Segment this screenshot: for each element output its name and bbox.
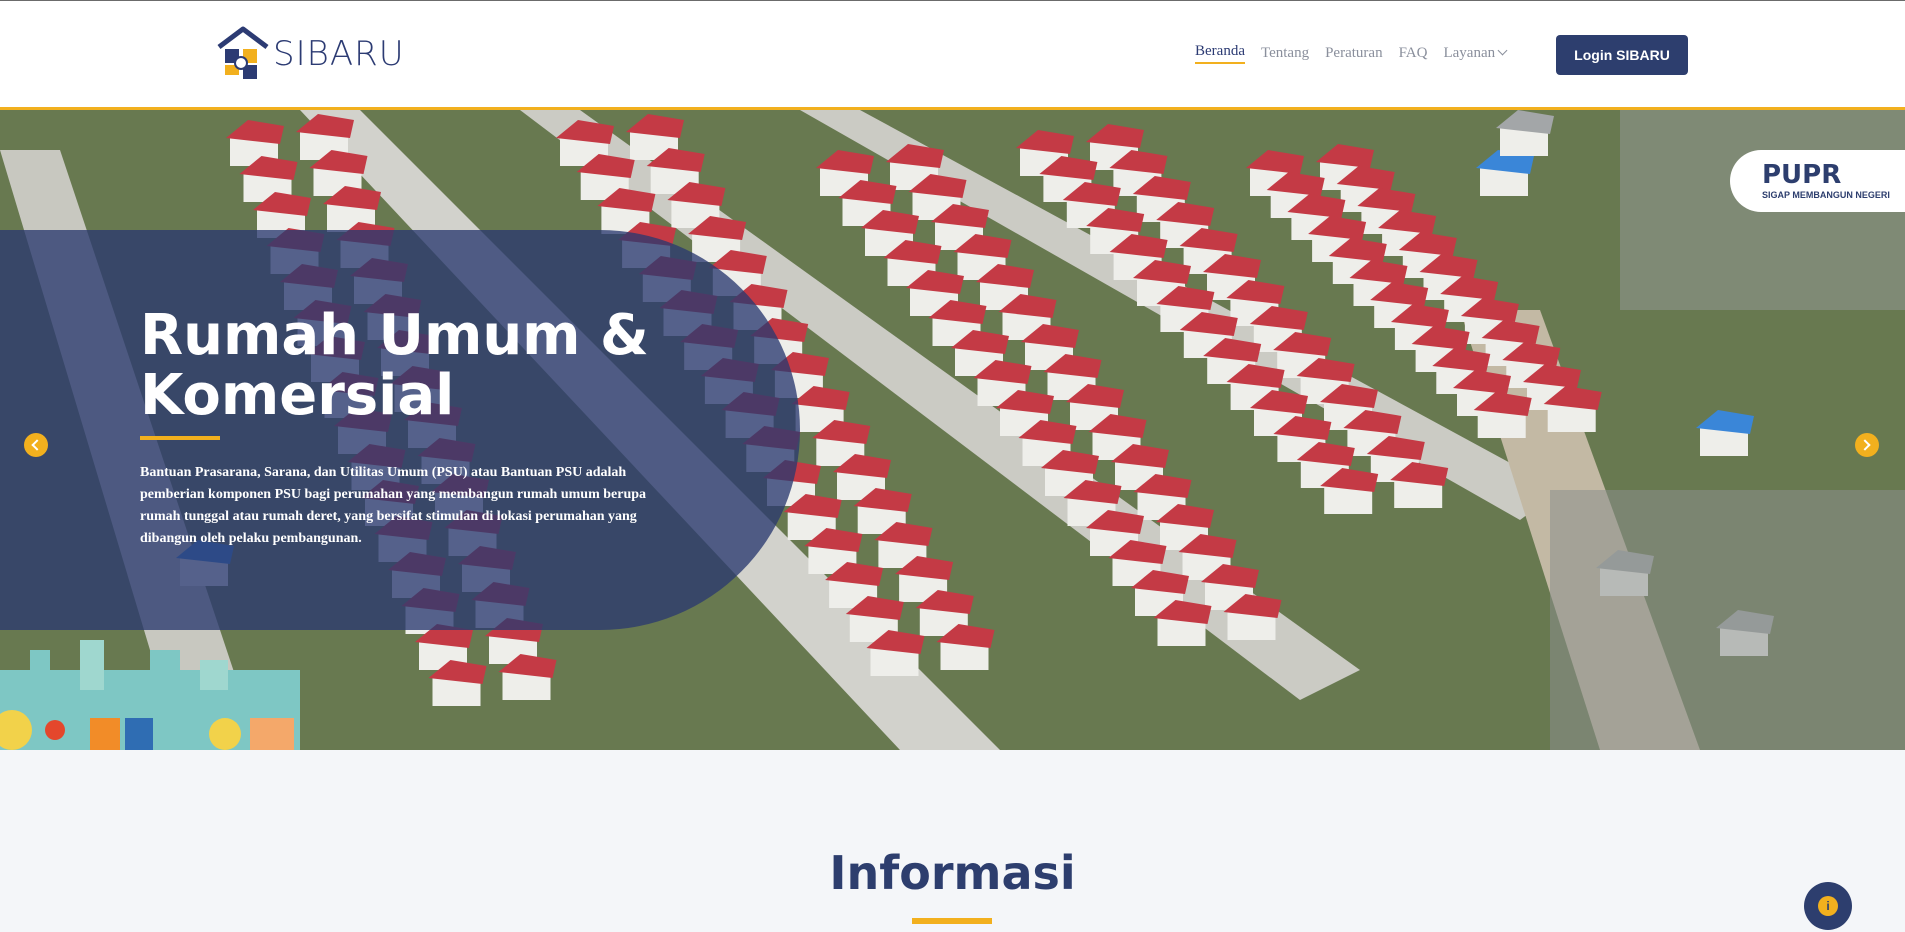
hero-title: Rumah Umum & Komersial: [140, 303, 649, 428]
nav-tentang[interactable]: Tentang: [1261, 45, 1309, 62]
section-title-underline: [912, 918, 992, 924]
chevron-right-icon[interactable]: [1855, 433, 1879, 457]
pupr-slogan: SIGAP MEMBANGUN NEGERI: [1762, 190, 1890, 200]
nav-peraturan[interactable]: Peraturan: [1325, 45, 1382, 62]
hero-carousel: Rumah Umum & Komersial Bantuan Prasarana…: [0, 110, 1905, 750]
chat-button[interactable]: i: [1804, 882, 1852, 930]
nav-layanan[interactable]: Layanan: [1443, 45, 1508, 62]
nav-beranda[interactable]: Beranda: [1195, 43, 1245, 64]
login-button[interactable]: Login SIBARU: [1556, 35, 1688, 75]
house-logo-icon: [217, 26, 269, 79]
chat-icon: i: [1818, 896, 1838, 916]
title-underline: [140, 436, 220, 440]
nav-layanan-label: Layanan: [1443, 45, 1496, 61]
section-title: Informasi: [829, 846, 1076, 900]
hero-text-panel: [0, 230, 800, 630]
chevron-down-icon: [1497, 45, 1508, 56]
nav-faq[interactable]: FAQ: [1399, 45, 1428, 62]
pupr-logo-text: PUPR: [1762, 160, 1842, 190]
chevron-left-icon[interactable]: [24, 433, 48, 457]
brand-name: SIBARU: [273, 34, 405, 74]
hero-description: Bantuan Prasarana, Sarana, dan Utilitas …: [140, 465, 647, 546]
main-nav: Beranda Tentang Peraturan FAQ Layanan: [1195, 43, 1508, 64]
navbar: SIBARU Beranda Tentang Peraturan FAQ Lay…: [0, 0, 1905, 110]
brand-logo[interactable]: SIBARU: [215, 25, 405, 83]
